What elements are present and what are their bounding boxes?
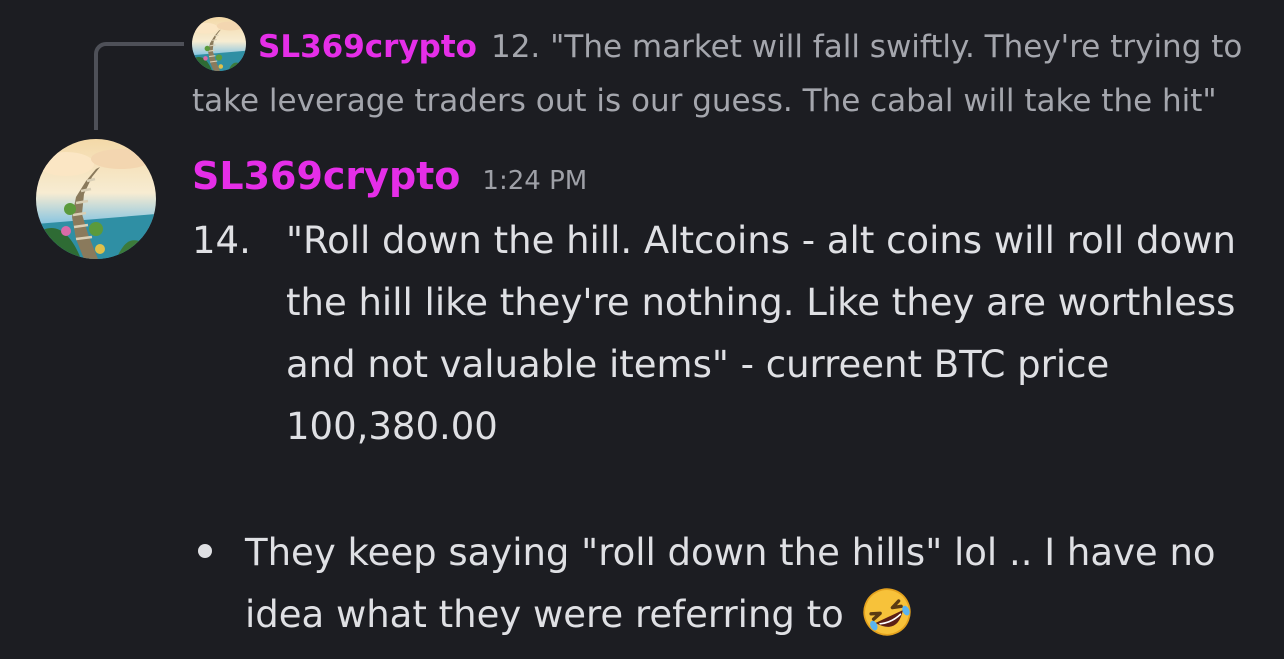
author-name[interactable]: SL369crypto [192,154,460,198]
ordered-list-number: 14. [192,219,251,262]
chat-message: SL369crypto 12. "The market will fall swi… [0,0,1284,659]
reply-preview[interactable]: SL369crypto 12. "The market will fall swi… [192,20,1252,128]
message-header: SL369crypto 1:24 PM [192,148,587,204]
reply-author-name[interactable]: SL369crypto [258,29,477,65]
bullet-point [198,544,212,558]
rolling-laughing-emoji-icon[interactable] [860,585,914,639]
reply-connector-line [94,42,184,130]
stairway-avatar-image [36,139,156,259]
message-timestamp[interactable]: 1:24 PM [482,166,587,196]
author-avatar[interactable] [36,139,156,259]
bullet-list-item-text: They keep saying "roll down the hills" l… [245,531,1216,636]
bullet-list-item: They keep saying "roll down the hills" l… [245,522,1245,646]
ordered-list-item-text: "Roll down the hill. Altcoins - alt coin… [286,219,1236,448]
